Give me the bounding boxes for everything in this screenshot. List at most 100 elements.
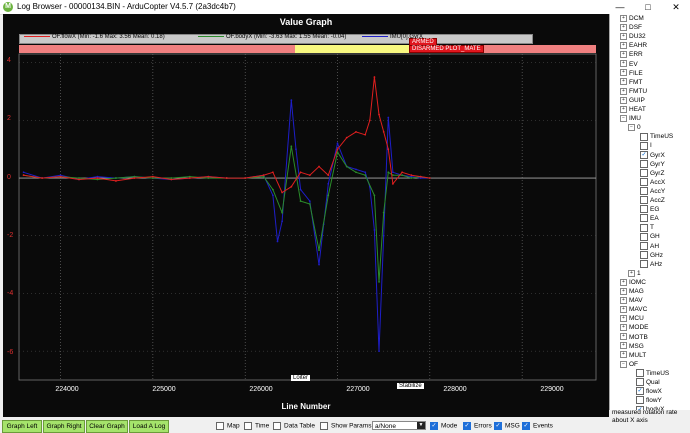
msg-checkbox[interactable]: ✓ MSG (494, 422, 520, 430)
tree-field-i[interactable]: I (640, 141, 652, 150)
checkbox-box[interactable] (636, 396, 644, 405)
expand-icon[interactable]: + (620, 315, 627, 323)
load-log-button[interactable]: Load A Log (129, 420, 169, 433)
tree-item-imu-1[interactable]: +1 (628, 269, 641, 278)
checkbox-box[interactable] (640, 250, 648, 259)
checkbox-box[interactable]: ✓ (640, 150, 648, 159)
checkbox-box[interactable] (640, 214, 648, 223)
tree-item-motb[interactable]: + MOTB (620, 333, 648, 342)
checkbox-box[interactable] (216, 422, 224, 430)
expand-icon[interactable]: + (620, 296, 627, 304)
map-checkbox[interactable]: Map (216, 422, 240, 430)
tree-item-fmt[interactable]: + FMT (620, 78, 642, 87)
expand-icon[interactable]: + (620, 23, 627, 31)
errors-checkbox[interactable]: ✓ Errors (463, 422, 492, 430)
checkbox-box[interactable]: ✓ (522, 422, 530, 430)
tree-item-file[interactable]: + FILE (620, 69, 643, 78)
tree-item-mav[interactable]: + MAV (620, 296, 643, 305)
tree-item-imu-0[interactable]: −0 (628, 123, 641, 132)
tree-field-gyrx[interactable]: ✓ GyrX (640, 150, 665, 160)
expand-icon[interactable]: + (620, 305, 627, 313)
close-button[interactable]: ✕ (662, 0, 690, 14)
tree-field-accx[interactable]: AccX (640, 178, 665, 187)
data-table-checkbox[interactable]: Data Table (273, 422, 315, 430)
graph-left-button[interactable]: Graph Left (2, 420, 42, 433)
checkbox-box[interactable] (640, 196, 648, 205)
tree-field-of-flowx[interactable]: ✓ flowX (636, 387, 662, 396)
tree-item-msg[interactable]: + MSG (620, 342, 644, 351)
tree-item-fmtu[interactable]: + FMTU (620, 87, 647, 96)
checkbox-box[interactable]: ✓ (463, 422, 471, 430)
expand-icon[interactable]: + (620, 78, 627, 86)
tree-field-ghz[interactable]: GHz (640, 250, 663, 260)
expand-icon[interactable]: + (620, 342, 627, 350)
tree-field-gh[interactable]: GH (640, 232, 660, 241)
tree-item-guip[interactable]: + GUIP (620, 96, 645, 105)
expand-icon[interactable]: + (620, 324, 627, 332)
mode-checkbox[interactable]: ✓ Mode (430, 422, 457, 430)
maximize-button[interactable]: □ (634, 0, 662, 14)
expand-icon[interactable]: + (620, 69, 627, 77)
expand-icon[interactable]: + (620, 96, 627, 104)
message-select[interactable]: a/None ▼ (372, 421, 426, 430)
expand-icon[interactable]: + (620, 333, 627, 341)
checkbox-box[interactable] (320, 422, 328, 430)
tree-item-mult[interactable]: + MULT (620, 351, 646, 360)
expand-icon[interactable]: + (620, 51, 627, 59)
tree-item-du32[interactable]: + DU32 (620, 32, 646, 41)
tree-field-accy[interactable]: AccY (640, 187, 665, 196)
checkbox-box[interactable] (273, 422, 281, 430)
checkbox-box[interactable] (640, 178, 648, 187)
tree-item-mag[interactable]: + MAG (620, 287, 644, 296)
clear-graph-button[interactable]: Clear Graph (86, 420, 128, 433)
checkbox-box[interactable] (640, 223, 648, 232)
tree-field-of-timeus[interactable]: TimeUS (636, 369, 669, 378)
message-tree[interactable]: + DCM + DSF + DU32 + EAHR + ERR + EV + FILE + FMT + FMTU +… (609, 14, 690, 410)
tree-item-err[interactable]: + ERR (620, 50, 643, 59)
expand-icon[interactable]: + (620, 87, 627, 95)
tree-item-iomc[interactable]: + IOMC (620, 278, 646, 287)
tree-field-accz[interactable]: AccZ (640, 196, 665, 205)
expand-icon[interactable]: + (620, 105, 627, 113)
checkbox-box[interactable] (640, 232, 648, 241)
checkbox-box[interactable] (640, 159, 648, 168)
tree-field-gyrz[interactable]: GyrZ (640, 168, 664, 178)
tree-item-of[interactable]: − OF (620, 360, 638, 369)
checkbox-box[interactable] (640, 187, 648, 196)
expand-icon[interactable]: + (620, 14, 627, 22)
tree-field-eg[interactable]: EG (640, 205, 659, 214)
show-params-checkbox[interactable]: Show Params (320, 422, 371, 430)
expand-icon[interactable]: + (628, 269, 635, 277)
tree-item-dsf[interactable]: + DSF (620, 23, 642, 32)
tree-field-timeus[interactable]: TimeUS (640, 132, 673, 141)
collapse-icon[interactable]: − (620, 360, 627, 368)
checkbox-box[interactable]: ✓ (494, 422, 502, 430)
time-checkbox[interactable]: Time (244, 422, 269, 430)
collapse-icon[interactable]: − (620, 114, 627, 122)
expand-icon[interactable]: + (620, 42, 627, 50)
collapse-icon[interactable]: − (628, 123, 635, 131)
checkbox-box[interactable] (640, 205, 648, 214)
minimize-button[interactable]: — (606, 0, 634, 14)
graph-right-button[interactable]: Graph Right (43, 420, 85, 433)
tree-item-mavc[interactable]: + MAVC (620, 305, 647, 314)
checkbox-box[interactable] (640, 132, 648, 141)
value-graph[interactable]: Value Graph OF.flowX (Min: -1.6 Max: 3.5… (3, 14, 609, 417)
events-checkbox[interactable]: ✓ Events (522, 422, 553, 430)
checkbox-box[interactable] (244, 422, 252, 430)
expand-icon[interactable]: + (620, 278, 627, 286)
tree-item-mode[interactable]: + MODE (620, 323, 649, 332)
tree-item-heat[interactable]: + HEAT (620, 105, 646, 114)
expand-icon[interactable]: + (620, 351, 627, 359)
tree-field-of-qual[interactable]: Qual (636, 378, 660, 387)
tree-item-ev[interactable]: + EV (620, 60, 638, 69)
tree-item-dcm[interactable]: + DCM (620, 14, 644, 23)
checkbox-box[interactable] (640, 168, 648, 177)
checkbox-box[interactable]: ✓ (430, 422, 438, 430)
tree-field-ah[interactable]: AH (640, 241, 659, 251)
tree-field-ahz[interactable]: AHz (640, 259, 662, 269)
expand-icon[interactable]: + (620, 287, 627, 295)
checkbox-box[interactable]: ✓ (636, 387, 644, 396)
checkbox-box[interactable] (636, 378, 644, 387)
checkbox-box[interactable] (640, 141, 648, 150)
